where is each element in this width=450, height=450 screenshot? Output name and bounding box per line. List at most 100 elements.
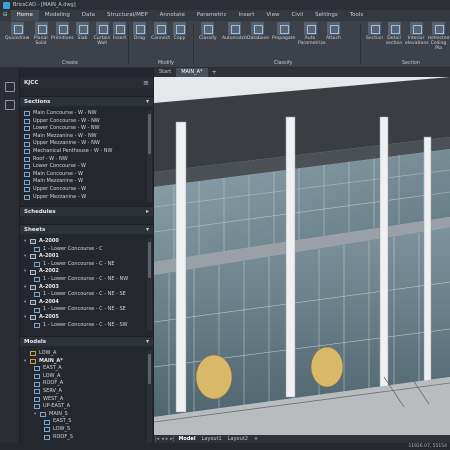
sections-scrollbar[interactable] — [147, 110, 152, 202]
sheet-icon — [30, 269, 36, 275]
sheet-item[interactable]: ▾ A-2004 — [24, 299, 150, 307]
menu-hamburger-icon[interactable]: ≡ — [143, 79, 149, 87]
slab-button[interactable]: Slab — [76, 22, 89, 41]
copy-button[interactable]: Copy — [173, 22, 186, 41]
scroll-thumb[interactable] — [148, 354, 151, 384]
sheet-item[interactable]: ▾ A-2002 — [24, 268, 150, 276]
doc-tab-main-a[interactable]: MAIN_A* — [176, 68, 208, 77]
classify-button[interactable]: Classify — [199, 22, 217, 41]
sheet-item[interactable]: ▾ A-2001 — [24, 253, 150, 261]
ribbon-tab-civil[interactable]: Civil — [285, 10, 309, 21]
automatch-button[interactable]: Automatch — [222, 22, 247, 41]
auto-parametrize-button[interactable]: Auto Parametrize — [298, 22, 326, 46]
database-button[interactable]: Database — [247, 22, 269, 41]
chevron-down-icon[interactable]: ▾ — [146, 338, 149, 345]
model-item[interactable]: EAST_S — [24, 418, 150, 426]
reflected-ceiling-plan-button[interactable]: Reflected Ceiling Pla — [428, 22, 449, 51]
ribbon-app-menu-icon[interactable]: ⊟ — [0, 10, 11, 21]
section-item[interactable]: Roof - W - NW — [24, 156, 150, 164]
model-item[interactable]: ▾ MAIN_S — [24, 411, 150, 419]
chevron-right-icon[interactable]: ▸ — [146, 208, 149, 215]
model-item[interactable]: ▾ MAIN_A* — [24, 358, 150, 366]
layout-tab-model[interactable]: Model — [175, 436, 198, 442]
ribbon-tab-insert[interactable]: Insert — [233, 10, 261, 21]
sheet-view-item[interactable]: 1 - Lower Concourse - C - NE - NW — [24, 276, 150, 284]
planar-solid-button[interactable]: Planar Solid — [32, 22, 50, 46]
sections-header[interactable]: Sections ▾ — [20, 96, 153, 106]
bricscad-logo-icon[interactable] — [3, 1, 10, 9]
models-header[interactable]: Models ▾ — [20, 336, 153, 346]
section-item[interactable]: Main Concourse - W - NW — [24, 110, 150, 118]
sheet-view-item[interactable]: 1 - Lower Concourse - C - NE — [24, 261, 150, 269]
section-button[interactable]: Section — [366, 22, 383, 41]
quickdraw-button[interactable]: Quickdraw — [5, 22, 29, 41]
ribbon-tab-data[interactable]: Data — [76, 10, 101, 21]
sheet-item[interactable]: ▾ A-2003 — [24, 284, 150, 292]
model-viewport[interactable] — [154, 77, 450, 435]
insert-button[interactable]: Insert — [113, 22, 126, 41]
sheets-scrollbar[interactable] — [147, 238, 152, 330]
chevron-down-icon[interactable]: ▾ — [146, 226, 149, 233]
scroll-thumb[interactable] — [148, 114, 151, 154]
sheet-view-item[interactable]: 1 - Lower Concourse - C - NE - SE — [24, 306, 150, 314]
new-tab-plus-icon[interactable]: + — [208, 69, 221, 76]
layout-tab-layout1[interactable]: Layout1 — [199, 436, 225, 442]
models-scrollbar[interactable] — [147, 350, 152, 445]
attach-button[interactable]: Attach — [326, 22, 341, 41]
sheet-item[interactable]: ▾ A-2000 — [24, 238, 150, 246]
model-item[interactable]: LOW_S — [24, 426, 150, 434]
interior-elevations-button[interactable]: Interior elevations — [405, 22, 429, 46]
sheet-view-item[interactable]: 1 - Lower Concourse - C — [24, 246, 150, 254]
section-item[interactable]: Upper Concourse - W — [24, 186, 150, 194]
primitives-button[interactable]: Primitives — [51, 22, 74, 41]
layout-tab-layout2[interactable]: Layout2 — [225, 436, 251, 442]
copy-icon — [173, 22, 186, 35]
model-item[interactable]: EAST_A — [24, 365, 150, 373]
section-item[interactable]: Lower Concourse - W - NW — [24, 125, 150, 133]
ribbon-tab-parametric[interactable]: Parametric — [191, 10, 233, 21]
sheet-view-item[interactable]: 1 - Lower Concourse - C - NE - SE — [24, 291, 150, 299]
add-layout-plus-icon[interactable]: + — [251, 436, 261, 442]
scroll-thumb[interactable] — [148, 242, 151, 278]
ribbon-tab-tools[interactable]: Tools — [344, 10, 370, 21]
sheets-header[interactable]: Sheets ▾ — [20, 224, 153, 234]
model-item[interactable]: UP-EAST_A — [24, 403, 150, 411]
model-icon — [34, 374, 40, 380]
model-item[interactable]: LOW_A — [24, 350, 150, 358]
title-bar: BricsCAD - [MAIN_A.dwg] — [0, 0, 450, 10]
section-item[interactable]: Upper Mezzanine - W - NW — [24, 140, 150, 148]
ribbon-tab-settings[interactable]: Settings — [309, 10, 344, 21]
section-item[interactable]: Upper Concourse - W - NW — [24, 118, 150, 126]
ribbon-tab-annotate[interactable]: Annotate — [154, 10, 191, 21]
ribbon-tab-structural-mep[interactable]: Structural/MEP — [101, 10, 154, 21]
ribbon-tab-view[interactable]: View — [260, 10, 285, 21]
section-item[interactable]: Main Mezzanine - W - NW — [24, 133, 150, 141]
model-item[interactable]: SERV_A — [24, 388, 150, 396]
structure-browser-icon[interactable] — [5, 100, 15, 110]
section-item[interactable]: Lower Concourse - W — [24, 163, 150, 171]
model-item[interactable]: WEST_A — [24, 396, 150, 404]
sheet-view-item[interactable]: 1 - Lower Concourse - C - NE - SW — [24, 322, 150, 330]
propagate-button[interactable]: Propagate — [272, 22, 295, 41]
connect-button[interactable]: Connect — [151, 22, 170, 41]
model-item[interactable]: LOW_A — [24, 373, 150, 381]
model-item[interactable]: ROOF_A — [24, 380, 150, 388]
section-item[interactable]: Upper Mezzanine - W — [24, 194, 150, 202]
detail-section-button[interactable]: Detail section — [385, 22, 403, 46]
doc-tab-start[interactable]: Start — [154, 68, 176, 77]
curtain-wall-button[interactable]: Curtain Wall — [93, 22, 111, 46]
sheet-item[interactable]: ▾ A-2005 — [24, 314, 150, 322]
schedules-header[interactable]: Schedules ▸ — [20, 206, 153, 216]
sheet-icon — [30, 239, 36, 245]
section-item[interactable]: Main Mezzanine - W — [24, 178, 150, 186]
model-item[interactable]: ROOF_S — [24, 434, 150, 442]
ribbon-tab-home[interactable]: Home — [10, 10, 39, 21]
bim-project-browser-icon[interactable] — [5, 82, 15, 92]
section-item[interactable]: Main Concourse - W — [24, 171, 150, 179]
chevron-down-icon[interactable]: ▾ — [146, 98, 149, 105]
section-item[interactable]: Mechanical Penthouse - W - NW — [24, 148, 150, 156]
insert-icon — [113, 22, 127, 35]
ribbon-tab-modeling[interactable]: Modeling — [39, 10, 76, 21]
section-icon — [24, 194, 30, 200]
drag-button[interactable]: Drag — [133, 22, 146, 41]
